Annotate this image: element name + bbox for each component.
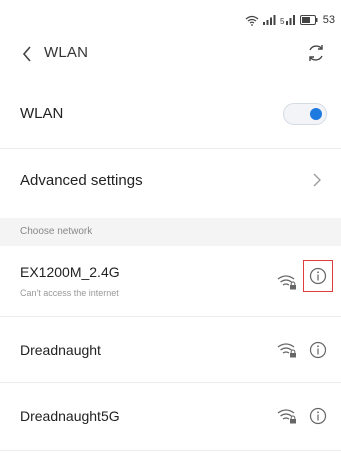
wlan-label: WLAN [20,105,64,122]
section-header: Choose network [0,218,341,246]
wifi-lock-icon [277,275,296,290]
chevron-left-icon[interactable] [20,44,34,64]
signal-icon [262,15,276,25]
toggle-knob [310,108,322,120]
divider [0,450,341,451]
network-name: Dreadnaught [20,342,101,358]
chevron-right-icon [313,173,321,187]
header: WLAN [0,34,341,74]
wlan-toggle-row: WLAN [0,85,341,145]
network-row-dreadnaught[interactable]: Dreadnaught [0,320,341,378]
divider [0,316,341,317]
network-name: Dreadnaught5G [20,408,120,424]
svg-text:5: 5 [280,17,285,25]
page-title: WLAN [44,44,89,61]
signal-2-icon: 5 [280,15,295,25]
refresh-icon[interactable] [305,42,327,64]
wifi-lock-icon [277,343,296,358]
divider [0,148,341,149]
info-icon[interactable] [309,341,327,359]
network-row-dreadnaught5g[interactable]: Dreadnaught5G [0,386,341,446]
advanced-settings-row[interactable]: Advanced settings [0,150,341,210]
divider [0,382,341,383]
wlan-toggle-switch[interactable] [283,103,327,125]
network-name: EX1200M_2.4G [20,264,120,280]
status-icons: 5 53 [245,14,335,26]
info-icon[interactable] [309,267,327,285]
battery-icon [299,15,318,25]
status-bar: 5 53 [0,0,341,34]
network-row-ex1200m[interactable]: EX1200M_2.4G Can't access the internet [0,250,341,312]
info-icon[interactable] [309,407,327,425]
network-status: Can't access the internet [20,288,119,298]
wifi-status-icon [245,15,259,26]
advanced-settings-label: Advanced settings [20,172,143,189]
wifi-lock-icon [277,409,296,424]
choose-network-label: Choose network [20,226,93,237]
battery-level: 53 [322,14,335,26]
